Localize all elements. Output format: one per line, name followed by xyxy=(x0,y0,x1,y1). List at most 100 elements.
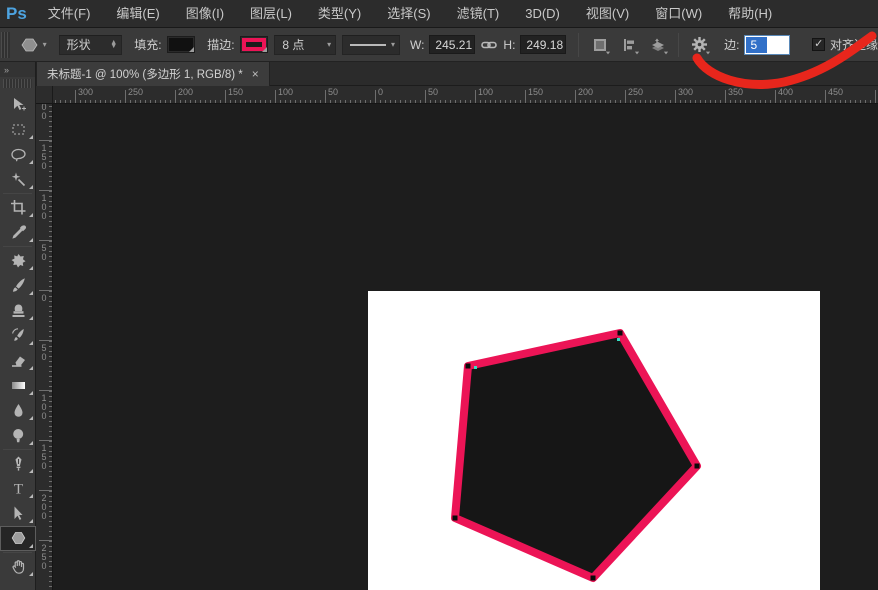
polygon-shape[interactable] xyxy=(368,291,820,590)
lasso-tool[interactable] xyxy=(0,142,36,167)
menu-item-10[interactable]: 窗口(W) xyxy=(642,0,715,28)
polygon-tool[interactable] xyxy=(0,526,36,551)
blur-tool[interactable] xyxy=(0,398,36,423)
h-ruler-label: 100 xyxy=(278,87,293,97)
chevron-down-icon xyxy=(635,51,639,54)
divider xyxy=(678,33,679,57)
h-ruler-label: 400 xyxy=(778,87,793,97)
gradient-tool-icon xyxy=(10,377,27,394)
lasso-tool-icon xyxy=(10,146,27,163)
eyedropper-tool-icon xyxy=(10,224,27,241)
dodge-tool[interactable] xyxy=(0,423,36,448)
path-selection-tool[interactable] xyxy=(0,501,36,526)
pentagon-path[interactable] xyxy=(455,333,697,578)
document-tab-title: 未标题-1 @ 100% (多边形 1, RGB/8) * xyxy=(47,66,243,82)
menu-item-6[interactable]: 选择(S) xyxy=(374,0,443,28)
menu-item-8[interactable]: 3D(D) xyxy=(512,0,573,28)
menu-item-11[interactable]: 帮助(H) xyxy=(715,0,785,28)
path-alignment-button[interactable] xyxy=(617,33,640,57)
path-selection-tool-icon xyxy=(10,505,27,522)
h-ruler-label: 50 xyxy=(428,87,438,97)
canvas-viewport[interactable]: 20015010050050100150200250 xyxy=(36,104,878,590)
move-tool[interactable] xyxy=(0,92,36,117)
crop-tool[interactable] xyxy=(0,195,36,220)
shape-height-input[interactable]: 249.18 xyxy=(520,35,566,54)
toolbar-grip[interactable] xyxy=(3,79,32,88)
h-ruler-label: 250 xyxy=(128,87,143,97)
anchor-point[interactable] xyxy=(453,516,458,521)
stroke-color-swatch[interactable] xyxy=(240,36,269,53)
anchor-point[interactable] xyxy=(591,576,596,581)
eyedropper-tool[interactable] xyxy=(0,220,36,245)
h-ruler-label: 100 xyxy=(478,87,493,97)
menu-item-5[interactable]: 类型(Y) xyxy=(305,0,374,28)
handle-dot xyxy=(474,366,477,369)
align-edges-checkbox[interactable]: ✓ xyxy=(812,38,825,51)
shape-width-input[interactable]: 245.21 xyxy=(429,35,475,54)
history-brush-tool[interactable] xyxy=(0,323,36,348)
menu-item-2[interactable]: 编辑(E) xyxy=(103,0,172,28)
options-bar-grip[interactable] xyxy=(1,32,10,58)
menu-item-7[interactable]: 滤镜(T) xyxy=(444,0,513,28)
eraser-tool-icon xyxy=(10,352,27,369)
spot-healing-brush-tool[interactable] xyxy=(0,248,36,273)
hand-tool[interactable] xyxy=(0,554,36,579)
flyout-triangle-icon xyxy=(29,416,33,420)
canvas-artboard[interactable] xyxy=(368,291,820,590)
flyout-triangle-icon xyxy=(29,572,33,576)
stroke-type-select[interactable]: ▾ xyxy=(342,35,400,55)
swatch-dropdown-icon xyxy=(262,47,267,52)
tool-mode-value: 形状 xyxy=(67,36,91,53)
v-ruler-label: 200 xyxy=(39,493,49,520)
pen-tool[interactable] xyxy=(0,451,36,476)
vertical-ruler[interactable]: 20015010050050100150200250 xyxy=(36,104,53,590)
type-tool[interactable]: T xyxy=(0,476,36,501)
eraser-tool[interactable] xyxy=(0,348,36,373)
gradient-tool[interactable] xyxy=(0,373,36,398)
width-label: W: xyxy=(410,38,424,52)
magic-wand-tool[interactable] xyxy=(0,167,36,192)
stroke-width-select[interactable]: 8 点 ▾ xyxy=(274,35,336,55)
flyout-triangle-icon xyxy=(29,185,33,189)
flyout-triangle-icon xyxy=(29,391,33,395)
path-arrangement-button[interactable] xyxy=(646,33,669,57)
double-chevron-icon: » xyxy=(4,65,10,75)
anchor-point[interactable] xyxy=(695,464,700,469)
sides-label: 边: xyxy=(724,36,739,53)
menu-item-1[interactable]: 文件(F) xyxy=(35,0,104,28)
menu-item-3[interactable]: 图像(I) xyxy=(173,0,237,28)
rectangular-marquee-tool[interactable] xyxy=(0,117,36,142)
fill-label: 填充: xyxy=(134,36,161,53)
geometry-options-gear-button[interactable] xyxy=(688,33,711,57)
brush-tool[interactable] xyxy=(0,273,36,298)
menu-item-4[interactable]: 图层(L) xyxy=(237,0,305,28)
close-icon[interactable]: × xyxy=(252,67,259,81)
tool-preset-picker[interactable]: ▾ xyxy=(20,36,47,54)
anchor-point[interactable] xyxy=(466,364,471,369)
solid-line-icon xyxy=(350,42,386,48)
document-tab[interactable]: 未标题-1 @ 100% (多边形 1, RGB/8) * × xyxy=(36,62,270,86)
ruler-origin-corner[interactable] xyxy=(36,86,53,104)
chevron-down-icon: ▾ xyxy=(327,40,331,49)
anchor-point[interactable] xyxy=(618,331,623,336)
type-tool-icon: T xyxy=(10,480,27,497)
toolbar-collapse-button[interactable]: » xyxy=(0,62,35,77)
checkmark-icon: ✓ xyxy=(814,39,823,50)
fill-color-swatch[interactable] xyxy=(167,36,196,53)
link-dimensions-icon[interactable] xyxy=(481,40,497,50)
flyout-triangle-icon xyxy=(29,494,33,498)
sides-input[interactable]: 5 xyxy=(744,35,790,55)
stroke-label: 描边: xyxy=(207,36,234,53)
path-operations-button[interactable] xyxy=(588,33,611,57)
pen-tool-icon xyxy=(10,455,27,472)
magic-wand-tool-icon xyxy=(10,171,27,188)
tool-group-divider xyxy=(3,449,32,450)
flyout-triangle-icon xyxy=(29,213,33,217)
chevron-down-icon xyxy=(706,51,710,54)
flyout-triangle-icon xyxy=(29,160,33,164)
menu-item-9[interactable]: 视图(V) xyxy=(573,0,642,28)
tool-mode-select[interactable]: 形状 ▲▼ xyxy=(59,35,123,55)
clone-stamp-tool[interactable] xyxy=(0,298,36,323)
horizontal-ruler[interactable]: 3002502001501005005010015020025030035040… xyxy=(53,86,878,104)
shape-width-value: 245.21 xyxy=(435,38,472,52)
